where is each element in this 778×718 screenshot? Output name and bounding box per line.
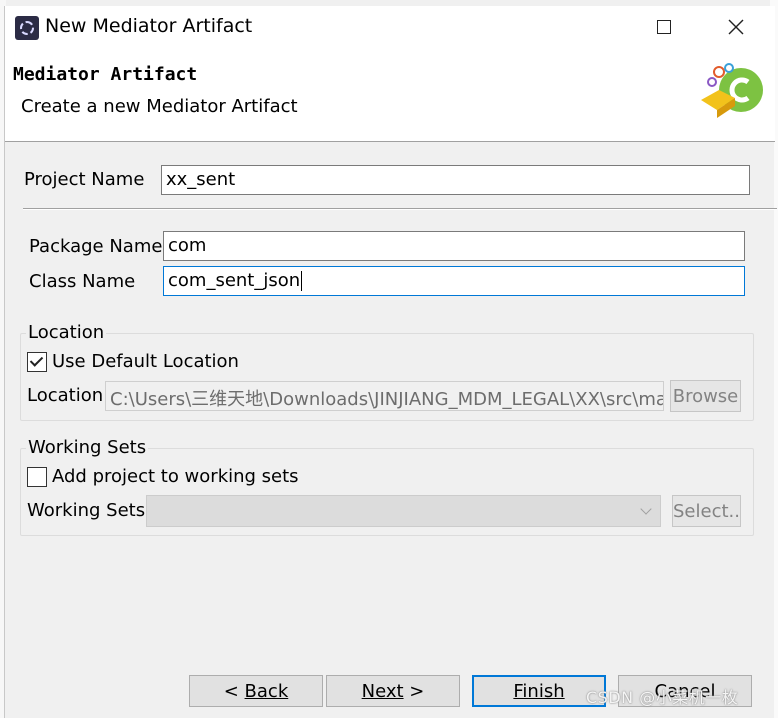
wizard-header: Mediator Artifact Create a new Mediator …	[5, 48, 775, 142]
add-to-working-sets-label[interactable]: Add project to working sets	[52, 466, 299, 487]
checkmark-icon	[29, 353, 44, 367]
close-button[interactable]	[713, 6, 759, 48]
eclipse-app-icon	[15, 16, 39, 40]
use-default-location-checkbox[interactable]	[27, 352, 47, 372]
select-button[interactable]: Select..	[672, 495, 741, 527]
location-label: Location	[27, 385, 104, 406]
class-name-value: com_sent_json	[168, 270, 301, 291]
project-name-label: Project Name	[24, 169, 145, 190]
new-mediator-artifact-dialog: New Mediator Artifact Mediator Artifact …	[4, 6, 777, 718]
chevron-down-icon	[640, 503, 652, 515]
wizard-graphic-icon	[701, 63, 763, 118]
class-name-input[interactable]: com_sent_json	[163, 266, 745, 296]
finish-label: Finish	[513, 680, 565, 702]
maximize-button[interactable]	[641, 6, 687, 48]
close-icon	[728, 19, 744, 35]
project-name-input[interactable]: xx_sent	[161, 165, 750, 195]
package-name-label: Package Name	[29, 236, 163, 257]
wizard-title: Mediator Artifact	[13, 64, 198, 85]
add-to-working-sets-checkbox[interactable]	[27, 467, 47, 487]
csdn-watermark: CSDN @小菜机一枚	[586, 688, 739, 707]
package-name-input[interactable]: com	[163, 231, 745, 261]
next-label: Next	[361, 680, 404, 702]
window-title: New Mediator Artifact	[45, 15, 253, 37]
location-input[interactable]: C:\Users\三维天地\Downloads\JINJIANG_MDM_LEG…	[105, 381, 664, 411]
next-suffix: >	[403, 680, 425, 702]
next-button[interactable]: Next >	[326, 675, 460, 707]
text-caret	[301, 271, 303, 291]
class-name-label: Class Name	[29, 271, 136, 292]
browse-button[interactable]: Browse	[670, 380, 741, 412]
working-sets-combo[interactable]	[146, 495, 661, 527]
back-button[interactable]: < Back	[189, 675, 323, 707]
use-default-location-label[interactable]: Use Default Location	[52, 351, 239, 372]
back-prefix: <	[223, 680, 245, 702]
title-bar: New Mediator Artifact	[5, 6, 775, 48]
separator	[23, 208, 777, 210]
working-sets-group-title: Working Sets	[26, 437, 149, 458]
back-label: Back	[244, 680, 289, 702]
wizard-description: Create a new Mediator Artifact	[21, 96, 298, 117]
maximize-icon	[657, 20, 671, 34]
working-sets-label: Working Sets	[27, 500, 146, 521]
location-group-title: Location	[26, 322, 107, 343]
